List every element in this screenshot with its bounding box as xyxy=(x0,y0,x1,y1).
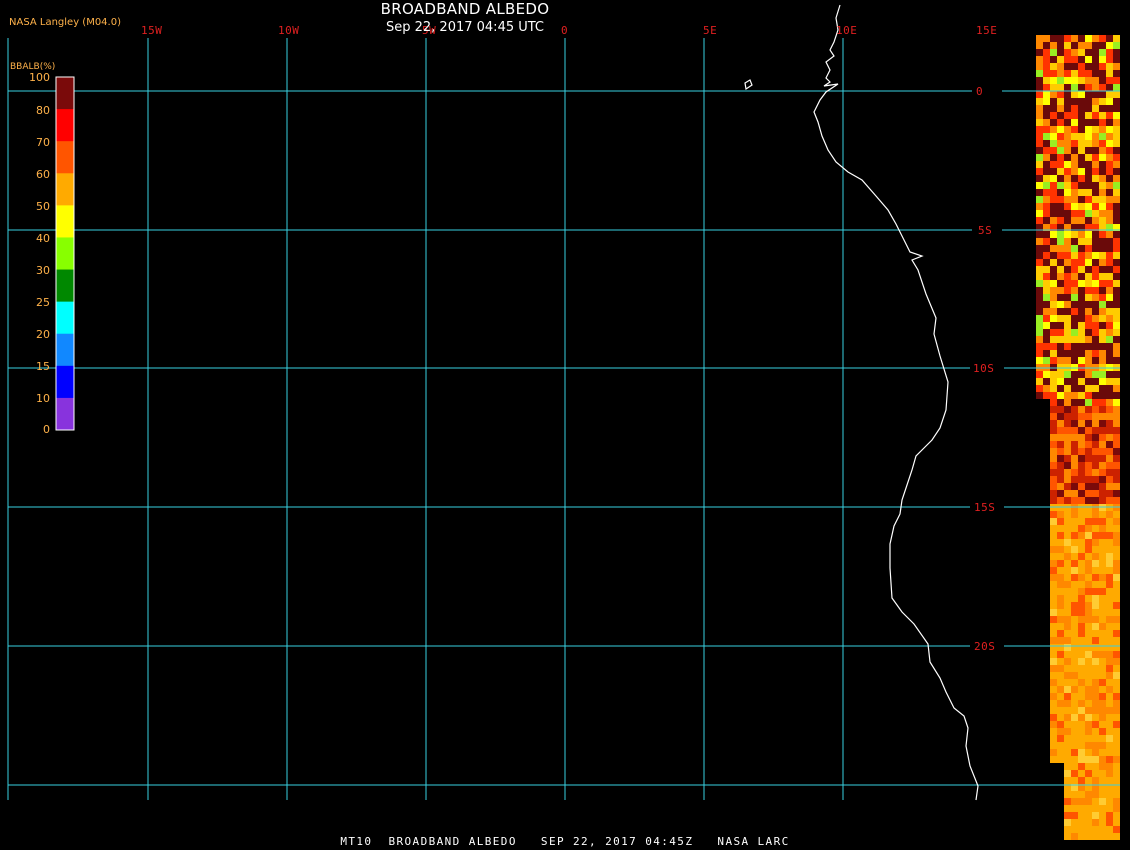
map-timestamp: Sep 22, 2017 04:45 UTC xyxy=(385,20,545,35)
colorbar-tick: 40 xyxy=(36,232,50,245)
lat-label-5s: 5S xyxy=(978,224,992,237)
colorbar-segment xyxy=(56,397,74,431)
colorbar-segment xyxy=(56,301,74,335)
colorbar-tick: 10 xyxy=(36,392,50,405)
colorbar-segment xyxy=(56,141,74,174)
colorbar-segment xyxy=(56,237,74,271)
coastline xyxy=(744,4,979,801)
colorbar-segment xyxy=(56,109,74,142)
colorbar-tick: 15 xyxy=(36,360,50,373)
colorbar-segment xyxy=(56,173,74,206)
colorbar-tick: 30 xyxy=(36,264,50,277)
colorbar-segment xyxy=(56,365,74,399)
lon-label-15e: 15E xyxy=(976,24,997,37)
lat-label-15s: 15S xyxy=(974,501,995,514)
colorbar-tick: 0 xyxy=(43,423,50,436)
colorbar xyxy=(56,77,74,431)
colorbar-segment xyxy=(56,77,74,110)
colorbar-tick: 20 xyxy=(36,328,50,341)
colorbar-tick: 100 xyxy=(29,71,50,84)
lat-label-20s: 20S xyxy=(974,640,995,653)
colorbar-tick: 80 xyxy=(36,104,50,117)
colorbar-tick: 70 xyxy=(36,136,50,149)
colorbar-tick: 60 xyxy=(36,168,50,181)
colorbar-tick: 25 xyxy=(36,296,50,309)
colorbar-segment xyxy=(56,333,74,367)
graticule xyxy=(7,38,1120,800)
lat-label-0: 0 xyxy=(976,85,983,98)
colorbar-tick: 50 xyxy=(36,200,50,213)
agency-label: NASA Langley (M04.0) xyxy=(9,17,121,28)
albedo-map: 15W 10W 5W 0 5E 10E 15E 0 5S 10S 15S 20S xyxy=(7,4,1120,840)
colorbar-segment xyxy=(56,269,74,303)
map-title: BROADBAND ALBEDO xyxy=(380,0,550,18)
colorbar-segment xyxy=(56,205,74,238)
footer-caption: MT10 BROADBAND ALBEDO SEP 22, 2017 04:45… xyxy=(340,835,790,848)
lat-label-10s: 10S xyxy=(973,362,994,375)
satellite-swath xyxy=(1036,35,1120,840)
grid-labels: 15W 10W 5W 0 5E 10E 15E 0 5S 10S 15S 20S xyxy=(141,24,997,653)
